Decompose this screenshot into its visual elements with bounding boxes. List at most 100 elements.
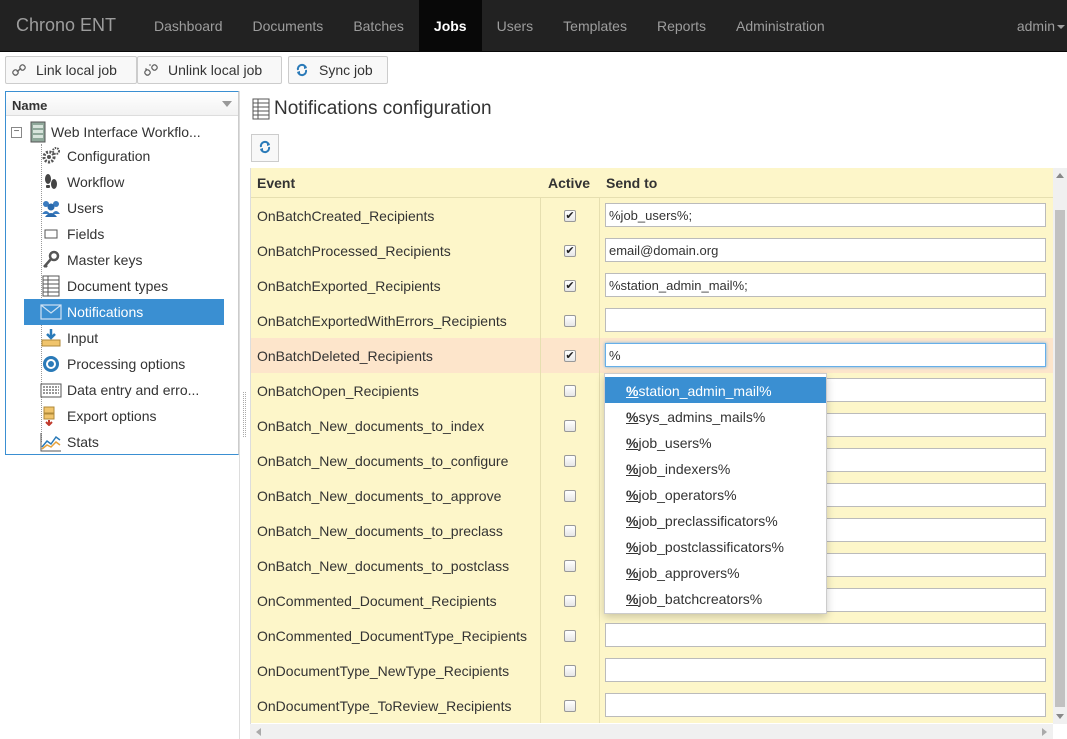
collapse-icon[interactable]: − xyxy=(11,126,22,138)
send-to-input[interactable] xyxy=(605,693,1046,717)
column-active[interactable]: Active xyxy=(548,175,590,191)
autocomplete-option[interactable]: %job_indexers% xyxy=(605,455,826,481)
send-to-input[interactable] xyxy=(605,273,1046,297)
suggestion-text: job_operators% xyxy=(638,487,737,503)
gear-icon xyxy=(40,145,62,167)
active-cell xyxy=(541,618,600,653)
tree-item-configuration[interactable]: Configuration xyxy=(18,143,218,169)
nav-documents[interactable]: Documents xyxy=(238,0,339,52)
tree-item-stats[interactable]: Stats xyxy=(18,429,218,455)
autocomplete-option[interactable]: %sys_admins_mails% xyxy=(605,403,826,429)
grid-horizontal-scrollbar[interactable] xyxy=(250,724,1053,739)
brand-logo[interactable]: Chrono ENT xyxy=(16,15,116,36)
nav-dashboard[interactable]: Dashboard xyxy=(139,0,238,52)
tree-item-workflow[interactable]: Workflow xyxy=(18,169,218,195)
active-checkbox[interactable] xyxy=(564,699,576,712)
nav-jobs[interactable]: Jobs xyxy=(418,0,482,52)
table-row[interactable]: OnBatchDeleted_Recipients ✔ xyxy=(251,338,1053,373)
tree-item-users[interactable]: Users xyxy=(18,195,218,221)
tree-header-label: Name xyxy=(12,98,48,113)
active-checkbox[interactable] xyxy=(564,419,576,432)
column-event[interactable]: Event xyxy=(257,175,295,191)
typed-match: % xyxy=(626,435,639,451)
active-checkbox[interactable]: ✔ xyxy=(564,244,576,257)
link-local-job-button[interactable]: Link local job xyxy=(5,56,137,84)
sort-icon[interactable] xyxy=(222,101,232,107)
refresh-button[interactable] xyxy=(251,134,279,162)
typed-match: % xyxy=(626,487,639,503)
table-row[interactable]: OnDocumentType_ToReview_Recipients xyxy=(251,688,1053,723)
send-to-input[interactable] xyxy=(605,203,1046,227)
data-entry-icon xyxy=(40,379,62,401)
nav-users[interactable]: Users xyxy=(482,0,549,52)
active-checkbox[interactable]: ✔ xyxy=(564,209,576,222)
sync-job-button[interactable]: Sync job xyxy=(288,56,388,84)
send-to-input[interactable] xyxy=(605,238,1046,262)
table-row[interactable]: OnDocumentType_NewType_Recipients xyxy=(251,653,1053,688)
autocomplete-option[interactable]: %job_approvers% xyxy=(605,559,826,585)
tree-item-document-types[interactable]: Document types xyxy=(18,273,218,299)
tree-item-input[interactable]: Input xyxy=(18,325,218,351)
toolbar: Link local job Unlink local job Sync job xyxy=(0,52,1067,90)
active-checkbox[interactable]: ✔ xyxy=(564,349,576,362)
table-row[interactable]: OnBatchProcessed_Recipients ✔ xyxy=(251,233,1053,268)
tree-root-node[interactable]: − Web Interface Workflo... xyxy=(8,120,238,144)
send-to-input[interactable] xyxy=(605,623,1046,647)
tree-item-data-entry[interactable]: Data entry and erro... xyxy=(18,377,218,403)
table-row[interactable]: OnBatchExported_Recipients ✔ xyxy=(251,268,1053,303)
tree-item-label: Input xyxy=(67,330,99,346)
unlink-local-job-button[interactable]: Unlink local job xyxy=(137,56,282,84)
tree-item-processing-options[interactable]: Processing options xyxy=(18,351,218,377)
tree-item-notifications[interactable]: Notifications xyxy=(24,299,224,325)
send-to-input[interactable] xyxy=(605,658,1046,682)
active-checkbox[interactable] xyxy=(564,524,576,537)
send-to-input[interactable] xyxy=(605,308,1046,332)
active-checkbox[interactable]: ✔ xyxy=(564,279,576,292)
scroll-left-icon[interactable] xyxy=(256,728,261,736)
nav-templates[interactable]: Templates xyxy=(548,0,642,52)
active-checkbox[interactable] xyxy=(564,559,576,572)
typed-match: % xyxy=(626,409,639,425)
tree-item-master-keys[interactable]: Master keys xyxy=(18,247,218,273)
autocomplete-option[interactable]: %job_preclassificators% xyxy=(605,507,826,533)
scroll-thumb[interactable] xyxy=(1055,210,1065,707)
scroll-down-icon[interactable] xyxy=(1056,714,1064,719)
tree-item-label: Users xyxy=(67,200,104,216)
scroll-right-icon[interactable] xyxy=(1042,728,1047,736)
autocomplete-option[interactable]: %job_postclassificators% xyxy=(605,533,826,559)
autocomplete-option[interactable]: %job_batchcreators% xyxy=(605,585,826,611)
typed-match: % xyxy=(626,461,639,477)
tree-item-fields[interactable]: Fields xyxy=(18,221,218,247)
tree-header[interactable]: Name xyxy=(6,92,238,116)
event-name: OnDocumentType_ToReview_Recipients xyxy=(251,688,541,723)
nav-batches[interactable]: Batches xyxy=(338,0,419,52)
active-checkbox[interactable] xyxy=(564,594,576,607)
scroll-up-icon[interactable] xyxy=(1056,173,1064,178)
unlink-icon xyxy=(144,63,158,77)
active-checkbox[interactable] xyxy=(564,384,576,397)
grid-vertical-scrollbar[interactable] xyxy=(1053,168,1067,724)
active-checkbox[interactable] xyxy=(564,314,576,327)
active-checkbox[interactable] xyxy=(564,454,576,467)
autocomplete-option[interactable]: %job_users% xyxy=(605,429,826,455)
active-checkbox[interactable] xyxy=(564,664,576,677)
nav-administration[interactable]: Administration xyxy=(721,0,840,52)
top-navbar: Chrono ENT Dashboard Documents Batches J… xyxy=(0,0,1067,52)
send-to-input[interactable] xyxy=(605,343,1046,367)
table-row[interactable]: OnBatchExportedWithErrors_Recipients xyxy=(251,303,1053,338)
link-local-job-label: Link local job xyxy=(36,62,117,78)
panel-splitter[interactable] xyxy=(243,392,246,437)
autocomplete-option[interactable]: %job_operators% xyxy=(605,481,826,507)
active-checkbox[interactable] xyxy=(564,489,576,502)
tree-item-export-options[interactable]: Export options xyxy=(18,403,218,429)
table-row[interactable]: OnBatchCreated_Recipients ✔ xyxy=(251,198,1053,233)
user-menu[interactable]: admin xyxy=(1017,0,1067,52)
active-checkbox[interactable] xyxy=(564,629,576,642)
nav-reports[interactable]: Reports xyxy=(642,0,721,52)
autocomplete-option[interactable]: %station_admin_mail% xyxy=(605,377,826,403)
column-send-to[interactable]: Send to xyxy=(606,175,657,191)
tree-item-label: Document types xyxy=(67,278,169,294)
table-row[interactable]: OnCommented_DocumentType_Recipients xyxy=(251,618,1053,653)
unlink-local-job-label: Unlink local job xyxy=(168,62,263,78)
active-cell xyxy=(541,513,600,548)
